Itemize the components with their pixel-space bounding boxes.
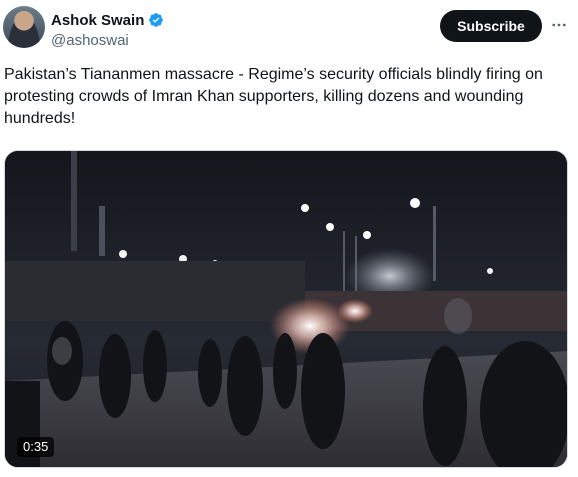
video-thumbnail <box>5 151 567 467</box>
tweet-text: Pakistan’s Tiananmen massacre - Regime’s… <box>4 66 543 127</box>
verified-badge-icon <box>148 12 164 28</box>
author-handle[interactable]: @ashoswai <box>51 32 129 49</box>
author-name-row[interactable]: Ashok Swain <box>51 10 164 30</box>
author-display-name[interactable]: Ashok Swain <box>51 12 144 29</box>
more-options-button[interactable] <box>548 14 570 36</box>
more-horizontal-icon <box>552 23 566 27</box>
subscribe-button[interactable]: Subscribe <box>440 10 542 42</box>
video-player[interactable]: 0:35 <box>4 150 568 468</box>
tweet-header: Ashok Swain @ashoswai Subscribe <box>0 0 578 60</box>
avatar[interactable] <box>3 6 45 48</box>
video-duration: 0:35 <box>17 437 55 457</box>
